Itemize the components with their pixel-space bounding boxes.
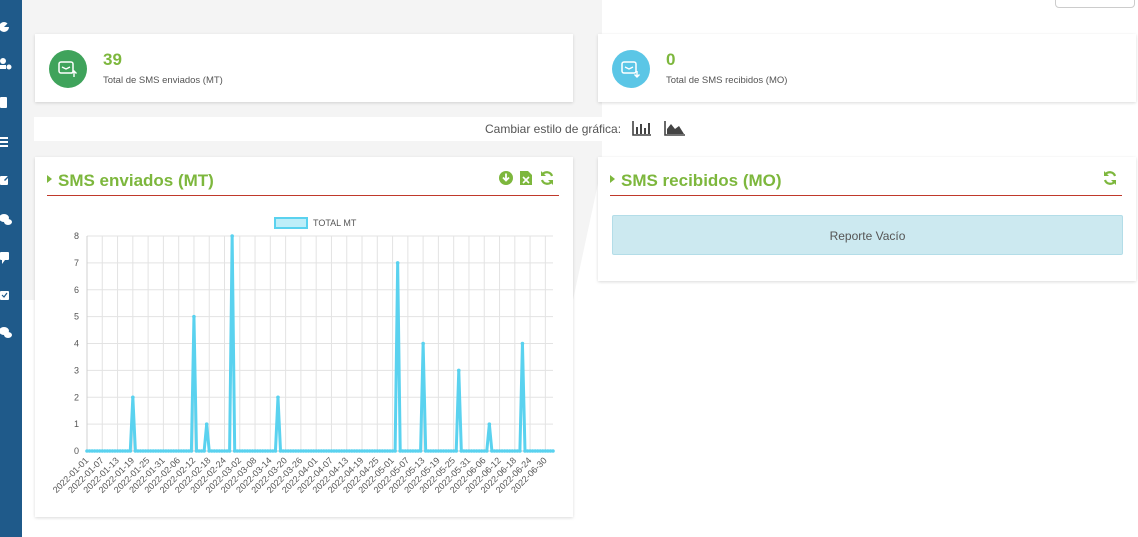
y-tick-label: 7: [74, 258, 79, 268]
change-chart-style-label: Cambiar estilo de gráfica:: [485, 122, 622, 136]
data-point: [189, 449, 194, 453]
data-point: [421, 341, 425, 346]
legend-swatch: [274, 217, 308, 229]
received-total-label: Total de SMS recibidos (MO): [666, 75, 788, 86]
data-point: [484, 449, 489, 453]
y-tick-label: 2: [74, 392, 79, 402]
data-point: [454, 449, 459, 453]
data-point: [487, 422, 492, 426]
excel-file-icon[interactable]: [519, 170, 535, 186]
comments-icon[interactable]: [0, 214, 12, 225]
edit-icon[interactable]: [0, 174, 11, 185]
bar-chart-icon[interactable]: [632, 120, 652, 136]
chart-style-bar: Cambiar estilo de gráfica:: [34, 117, 1138, 141]
legend-label: TOTAL MT: [313, 218, 357, 228]
data-point: [520, 341, 525, 346]
top-right-button[interactable]: [1055, 0, 1135, 8]
sent-total-value: 39: [103, 50, 122, 69]
sent-envelope-icon: [49, 50, 87, 88]
download-icon[interactable]: [498, 170, 514, 186]
data-point: [192, 314, 196, 319]
empty-report-message: Reporte Vacío: [612, 215, 1123, 255]
data-point: [131, 395, 135, 400]
y-tick-label: 3: [74, 365, 79, 375]
clipboard-icon[interactable]: [0, 97, 7, 108]
comment-icon[interactable]: [0, 252, 9, 264]
data-point: [227, 449, 232, 453]
data-point: [273, 449, 278, 453]
sent-panel-title-text: SMS enviados (MT): [58, 171, 214, 190]
y-tick-label: 0: [74, 446, 79, 456]
received-total-value: 0: [666, 50, 676, 69]
data-point: [418, 449, 423, 453]
panel-divider: [610, 195, 1122, 196]
envelope-check-icon[interactable]: [0, 291, 9, 300]
users-cog-icon[interactable]: [0, 58, 12, 70]
refresh-icon[interactable]: [1102, 170, 1118, 186]
sent-sms-panel: SMS enviados (MT) TOTAL MT 0 1 2 3 4 5 6 7 8 2022-…: [35, 157, 573, 517]
y-tick-label: 8: [74, 231, 79, 241]
sidebar-icons: [0, 22, 12, 338]
sent-panel-title: SMS enviados (MT): [47, 171, 214, 191]
data-point: [518, 449, 522, 453]
received-envelope-icon: [612, 50, 650, 88]
data-point: [276, 395, 280, 400]
received-panel-title: SMS recibidos (MO): [610, 171, 782, 191]
sent-total-label: Total de SMS enviados (MT): [103, 75, 223, 86]
data-point: [551, 449, 555, 453]
y-tick-label: 4: [74, 339, 79, 349]
y-tick-label: 5: [74, 312, 79, 322]
pie-chart-icon[interactable]: [0, 22, 9, 32]
caret-icon: [47, 175, 52, 183]
area-chart-icon[interactable]: [664, 120, 685, 136]
y-tick-label: 1: [74, 419, 79, 429]
chat-icon[interactable]: [0, 327, 12, 338]
list-icon[interactable]: [0, 137, 8, 147]
data-point: [395, 261, 400, 265]
data-point: [230, 234, 234, 238]
data-point: [202, 449, 206, 453]
data-point: [456, 368, 461, 373]
panel-divider: [47, 195, 559, 196]
received-panel-title-text: SMS recibidos (MO): [621, 171, 782, 190]
sent-sms-chart: TOTAL MT0123456782022-01-012022-01-07202…: [51, 217, 555, 495]
refresh-icon[interactable]: [539, 170, 555, 186]
data-point: [204, 422, 209, 426]
sent-stat-card: 39 Total de SMS enviados (MT): [35, 34, 573, 102]
data-point: [128, 449, 133, 453]
caret-icon: [610, 175, 615, 183]
y-tick-label: 6: [74, 285, 79, 295]
received-stat-card: 0 Total de SMS recibidos (MO): [598, 34, 1136, 102]
data-point: [393, 449, 397, 453]
sidebar: [0, 0, 22, 537]
received-sms-panel: SMS recibidos (MO) Reporte Vacío: [598, 157, 1136, 281]
